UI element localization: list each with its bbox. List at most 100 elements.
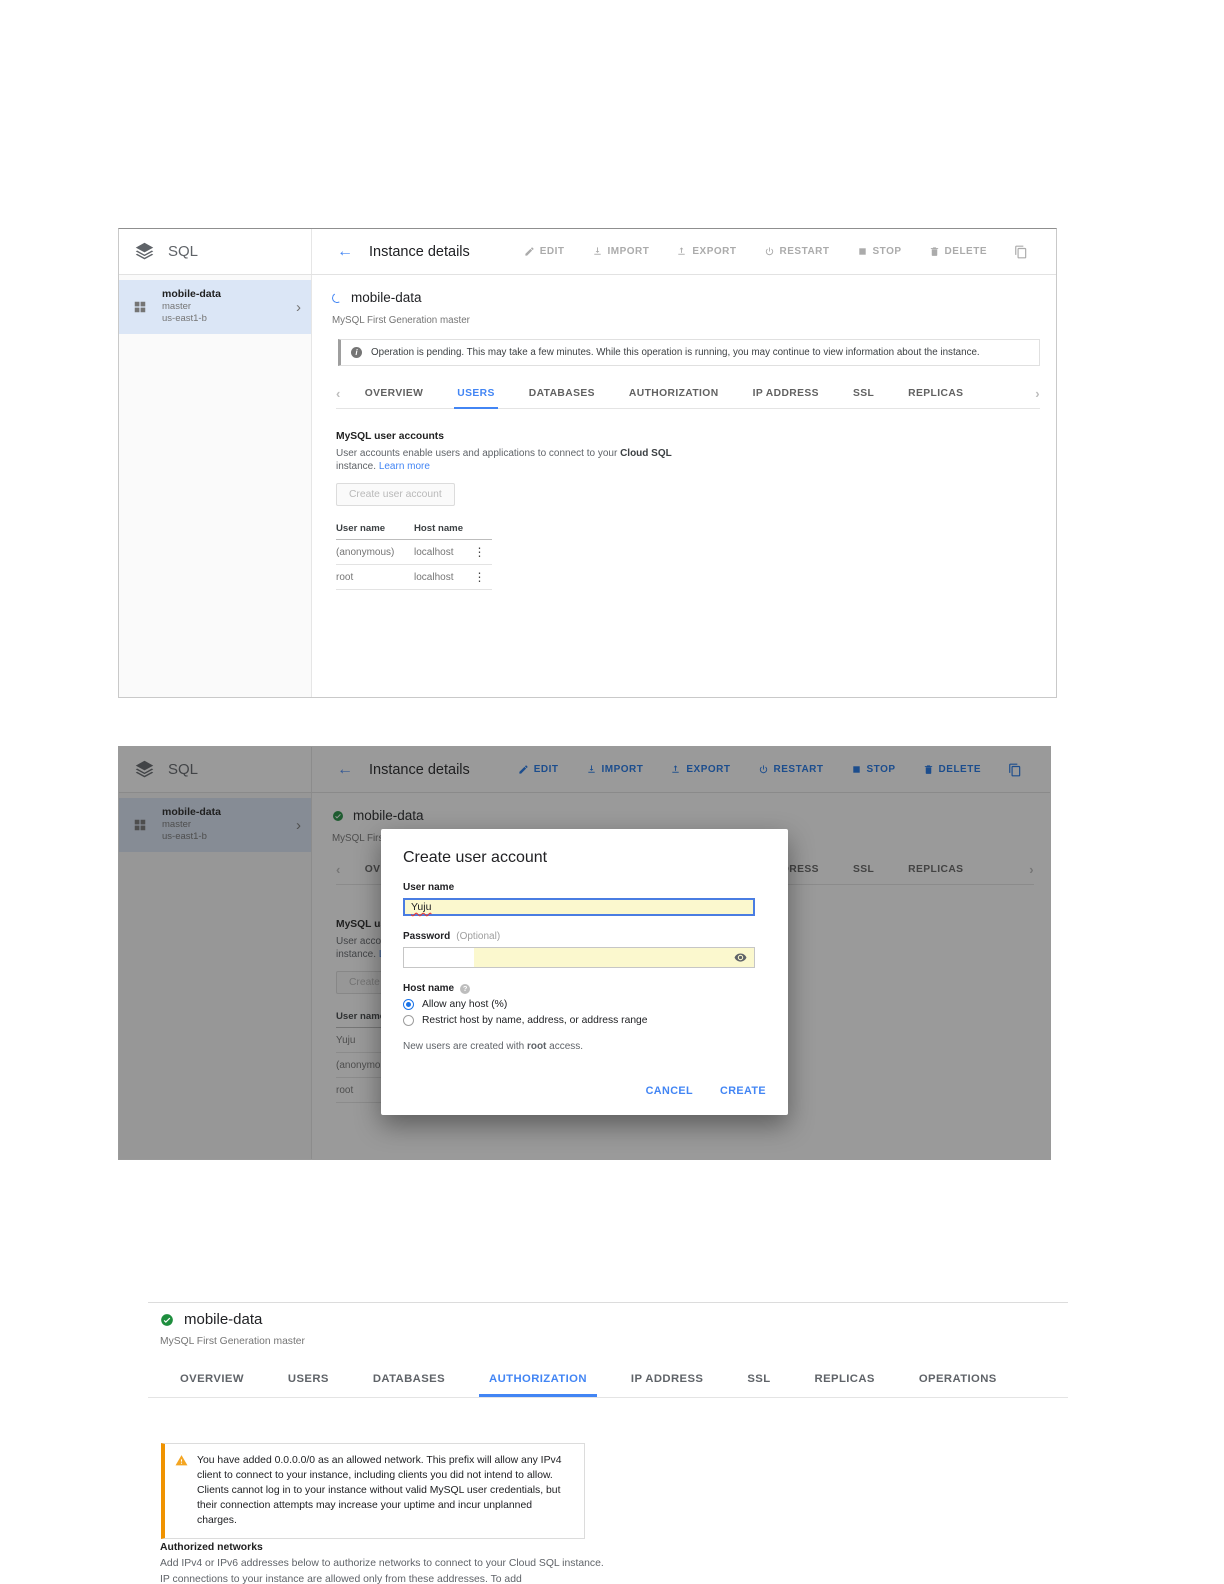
tab-databases[interactable]: DATABASES [373,1361,445,1397]
tab-ip-address[interactable]: IP ADDRESS [753,379,819,408]
instance-name: mobile-data [184,1311,263,1328]
authorized-networks-description: Add IPv4 or IPv6 addresses below to auth… [160,1558,604,1584]
password-input[interactable] [403,947,755,968]
stop-button[interactable]: STOP [857,246,902,257]
tab-users[interactable]: USERS [454,379,499,409]
tab-operations[interactable]: OPERATIONS [919,1361,997,1397]
delete-button[interactable]: DELETE [929,246,987,257]
password-label: Password [403,931,451,942]
create-user-account-button[interactable]: Create user account [336,483,455,506]
row-overflow-menu-icon[interactable]: ⋮ [470,570,490,584]
delete-label: DELETE [944,246,987,257]
radio-selected-icon [403,999,414,1010]
power-icon [764,246,775,257]
instance-subtitle: MySQL First Generation master [160,1336,305,1347]
username-value: Yuju [411,901,432,913]
pending-operation-banner: i Operation is pending. This may take a … [338,339,1040,366]
password-optional-hint: (Optional) [456,931,501,942]
pencil-icon [524,246,535,257]
import-button[interactable]: IMPORT [592,246,650,257]
cloud-sql-logo-icon [134,241,155,262]
desc-bold-text: Cloud SQL [620,448,672,459]
password-label-row: Password (Optional) [403,931,766,942]
help-icon[interactable]: ? [460,983,471,994]
clone-instance-icon[interactable] [1014,245,1028,259]
sidebar-instance-name: mobile-data [162,288,221,301]
edit-button[interactable]: EDIT [524,246,565,257]
tab-replicas[interactable]: REPLICAS [908,379,963,408]
instance-sidebar: mobile-data master us-east1-b › [119,275,312,697]
dialog-title: Create user account [403,849,548,866]
stop-label: STOP [872,246,902,257]
tab-overview[interactable]: OVERVIEW [365,379,424,408]
import-label: IMPORT [607,246,650,257]
tab-authorization[interactable]: AUTHORIZATION [479,1361,597,1397]
export-button[interactable]: EXPORT [676,246,736,257]
section-description: User accounts enable users and applicati… [336,447,701,473]
username-label: User name [403,882,455,893]
main-panel: mobile-data MySQL First Generation maste… [312,275,1056,697]
tabs-scroll-left-icon[interactable]: ‹ [336,379,341,408]
export-icon [676,246,687,257]
radio-allow-any-host[interactable]: Allow any host (%) [403,999,766,1010]
chevron-right-icon: › [296,298,301,316]
cell-host: localhost [414,546,454,558]
note-bold-text: root [526,1041,547,1052]
trash-icon [929,246,940,257]
sidebar-header: SQL [119,229,312,274]
username-input[interactable]: Yuju [403,898,755,916]
tab-overview[interactable]: OVERVIEW [180,1361,244,1397]
tab-users[interactable]: USERS [288,1361,329,1397]
tab-databases[interactable]: DATABASES [529,379,595,408]
warning-triangle-icon [175,1454,188,1467]
authorized-networks-heading: Authorized networks [160,1542,263,1553]
instance-heading: mobile-data [330,290,422,305]
export-label: EXPORT [692,246,737,257]
sidebar-instance-role: master [162,300,192,312]
table-row: (anonymous) localhost ⋮ [336,540,492,565]
desc-text: User accounts enable users and applicati… [336,448,621,459]
open-network-warning: You have added 0.0.0.0/0 as an allowed n… [161,1443,585,1539]
tab-bar: ‹ OVERVIEW USERS DATABASES AUTHORIZATION… [336,379,1040,409]
hostname-label-row: Host name ? [403,983,766,994]
toolbar-actions: EDIT IMPORT EXPORT RESTART STOP DELETE [524,245,1028,259]
section-heading: MySQL user accounts [336,431,444,442]
hostname-label: Host name [403,983,455,994]
note-text-2: access. [546,1041,584,1052]
learn-more-link[interactable]: Learn more [379,461,430,472]
product-name: SQL [168,243,199,260]
instance-name: mobile-data [351,290,422,305]
tab-bar: OVERVIEW USERS DATABASES AUTHORIZATION I… [148,1361,1068,1398]
sidebar-item-mobile-data[interactable]: mobile-data master us-east1-b › [119,280,311,334]
dialog-note: New users are created with root access. [403,1041,766,1052]
banner-text: Operation is pending. This may take a fe… [371,347,980,358]
radio-restrict-host[interactable]: Restrict host by name, address, or addre… [403,1015,766,1026]
cell-user: (anonymous) [336,546,395,558]
desc-text-2: instance. [336,461,379,472]
tabs-scroll-right-icon[interactable]: › [1035,379,1040,408]
create-button[interactable]: CREATE [720,1085,766,1097]
tab-authorization[interactable]: AUTHORIZATION [629,379,719,408]
app-bar-main: ← Instance details EDIT IMPORT EXPORT RE [312,229,1056,274]
tab-ssl[interactable]: SSL [747,1361,770,1397]
create-user-account-dialog: Create user account User name Yuju Passw… [381,829,788,1115]
show-password-eye-icon[interactable] [734,951,747,964]
warning-text: You have added 0.0.0.0/0 as an allowed n… [197,1455,562,1526]
screenshot-instance-details-pending: SQL ← Instance details EDIT IMPORT EXPOR… [118,228,1057,698]
back-arrow-icon[interactable]: ← [337,243,353,261]
radio-unselected-icon [403,1015,414,1026]
instance-heading: mobile-data [160,1311,262,1328]
radio-restrict-host-label: Restrict host by name, address, or addre… [422,1015,648,1026]
status-running-check-icon [160,1313,174,1327]
page-title: Instance details [369,243,470,260]
cancel-button[interactable]: CANCEL [646,1085,693,1097]
user-accounts-table: User name Host name (anonymous) localhos… [336,518,492,590]
restart-button[interactable]: RESTART [764,246,830,257]
tab-replicas[interactable]: REPLICAS [815,1361,875,1397]
edit-label: EDIT [539,246,565,257]
tab-ip-address[interactable]: IP ADDRESS [631,1361,703,1397]
instance-grid-icon [133,300,147,314]
screenshot-authorization-tab: mobile-data MySQL First Generation maste… [148,1302,1068,1584]
row-overflow-menu-icon[interactable]: ⋮ [470,545,490,559]
tab-ssl[interactable]: SSL [853,379,874,408]
